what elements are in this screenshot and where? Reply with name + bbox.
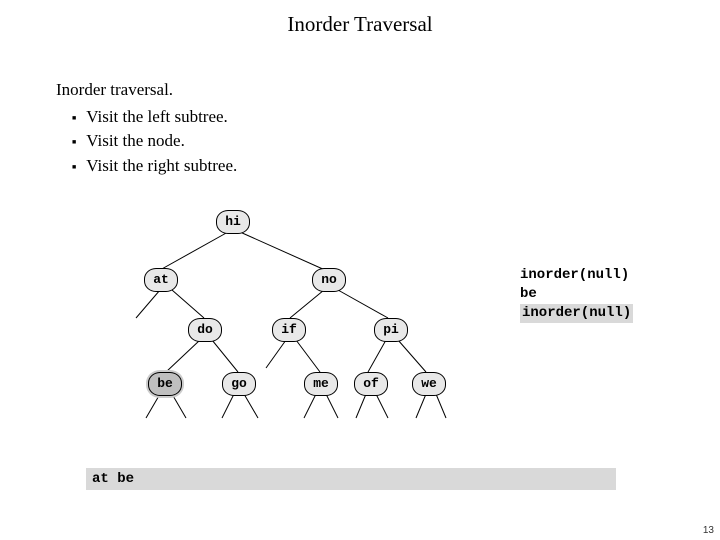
- body-text: Inorder traversal. Visit the left subtre…: [56, 78, 237, 179]
- stack-line: inorder(null): [520, 266, 633, 285]
- tree-edges: [100, 208, 520, 448]
- tree-node-if: if: [272, 318, 306, 342]
- tree-node-at: at: [144, 268, 178, 292]
- tree-node-no: no: [312, 268, 346, 292]
- bullet-item: Visit the left subtree.: [72, 105, 237, 130]
- heading: Inorder traversal.: [56, 78, 237, 103]
- bullet-item: Visit the node.: [72, 129, 237, 154]
- tree-node-hi: hi: [216, 210, 250, 234]
- tree-node-we: we: [412, 372, 446, 396]
- bullet-item: Visit the right subtree.: [72, 154, 237, 179]
- call-stack: inorder(null) be inorder(null): [520, 266, 633, 323]
- tree-node-do: do: [188, 318, 222, 342]
- tree-node-be: be: [148, 372, 182, 396]
- slide: Inorder Traversal Inorder traversal. Vis…: [0, 0, 720, 540]
- tree-diagram: hi at no do if pi be go me of we: [100, 208, 520, 448]
- stack-line: be: [520, 285, 633, 304]
- tree-node-pi: pi: [374, 318, 408, 342]
- bullet-list: Visit the left subtree. Visit the node. …: [72, 105, 237, 179]
- tree-node-of: of: [354, 372, 388, 396]
- stack-line: inorder(null): [520, 304, 633, 323]
- output-bar: at be: [86, 468, 616, 490]
- slide-title: Inorder Traversal: [0, 0, 720, 37]
- page-number: 13: [703, 525, 714, 536]
- tree-node-go: go: [222, 372, 256, 396]
- tree-node-me: me: [304, 372, 338, 396]
- stack-highlight: inorder(null): [520, 304, 633, 323]
